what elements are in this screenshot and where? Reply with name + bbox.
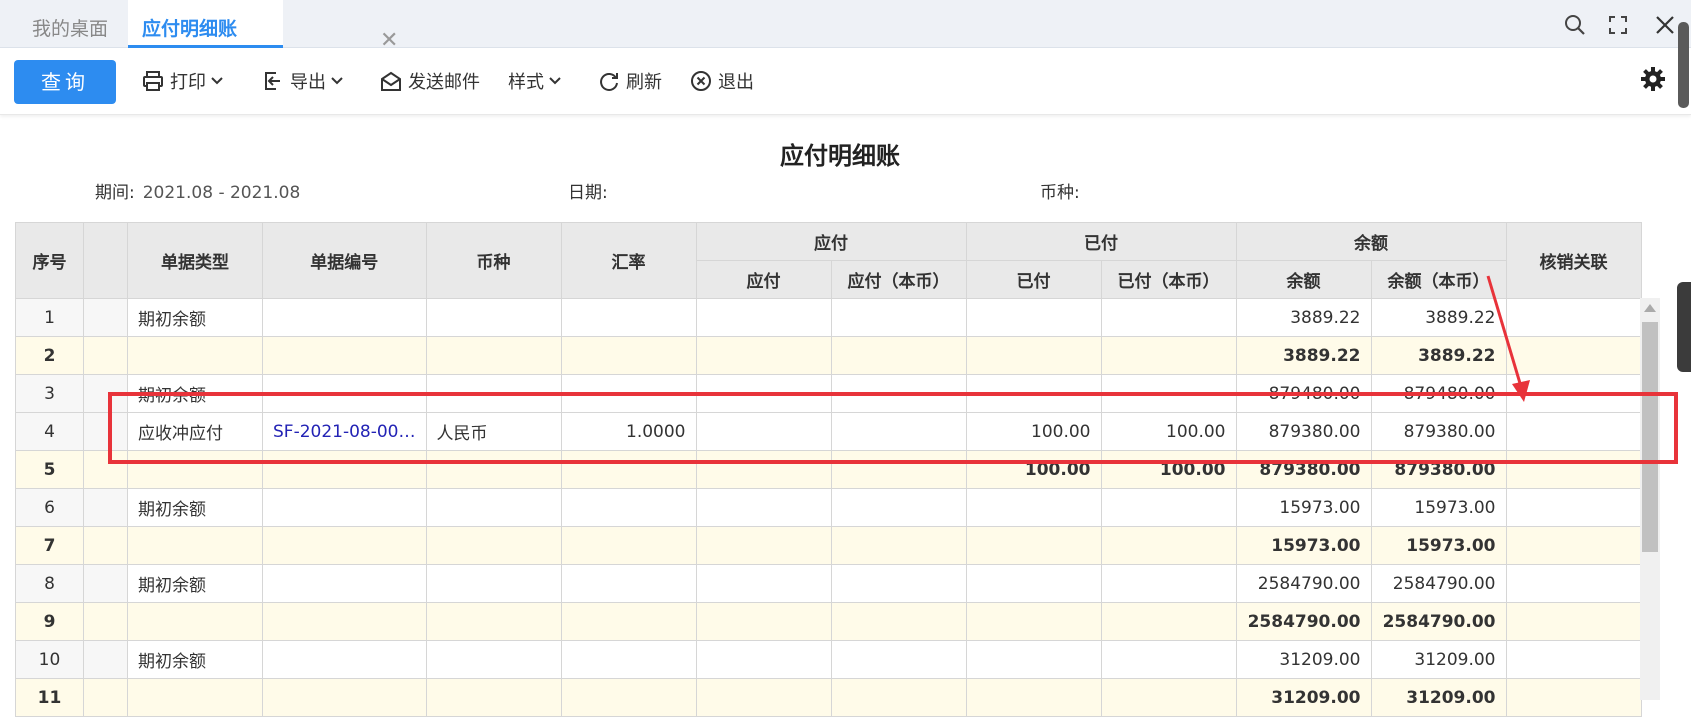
- annotation-arrow: [1486, 275, 1530, 402]
